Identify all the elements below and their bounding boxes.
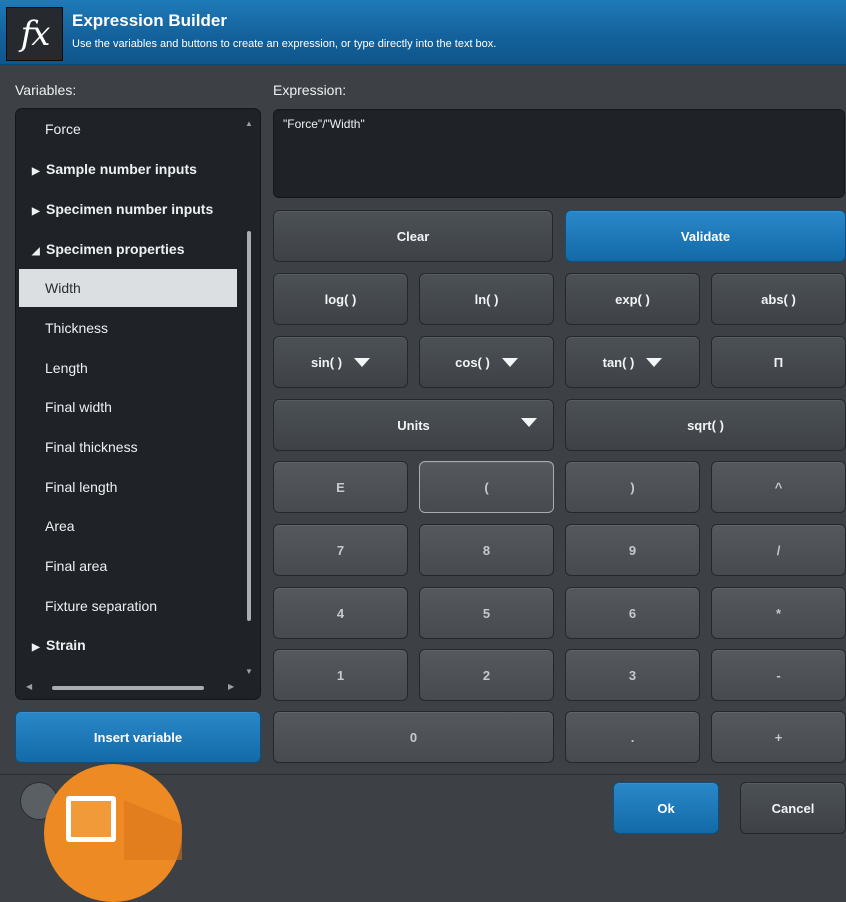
vertical-scrollbar[interactable]: ▲ ▼ [245,119,253,679]
multiply-button[interactable]: * [711,587,846,639]
dropdown-arrow-icon [646,357,663,367]
collapse-arrow-icon: ◢ [32,246,40,257]
horizontal-scroll-thumb[interactable] [52,686,204,690]
variable-item-width[interactable]: Width [19,269,237,307]
decimal-point-button[interactable]: . [565,711,700,763]
variables-label: Variables: [15,82,77,98]
ok-button[interactable]: Ok [613,782,719,834]
variable-item-force[interactable]: Force [16,110,238,148]
pi-button[interactable]: Π [711,336,846,388]
variable-item-length[interactable]: Length [16,349,238,387]
exp-button[interactable]: exp( ) [565,273,700,325]
units-dropdown-button[interactable]: Units [273,399,554,451]
ln-button[interactable]: ln( ) [419,273,554,325]
expression-input[interactable]: "Force"/"Width" [273,109,845,198]
digit-2-button[interactable]: 2 [419,649,554,701]
expression-label: Expression: [273,82,347,98]
close-paren-button[interactable]: ) [565,461,700,513]
plus-button[interactable]: + [711,711,846,763]
app-badge-icon [44,764,182,902]
expand-arrow-icon: ▶ [32,166,40,177]
variable-item-final-length[interactable]: Final length [16,468,238,506]
variable-group-sample-number-inputs[interactable]: ▶ Sample number inputs [16,150,238,188]
sin-dropdown-button[interactable]: sin( ) [273,336,408,388]
variable-group-strain[interactable]: ▶ Strain [16,626,238,664]
e-button[interactable]: E [273,461,408,513]
digit-0-button[interactable]: 0 [273,711,554,763]
variable-item-area[interactable]: Area [16,507,238,545]
variables-list[interactable]: Force ▶ Sample number inputs ▶ Specimen nu… [15,108,261,700]
expand-arrow-icon: ▶ [32,206,40,217]
screen-icon [66,796,116,842]
power-button[interactable]: ^ [711,461,846,513]
digit-1-button[interactable]: 1 [273,649,408,701]
validate-button[interactable]: Validate [565,210,846,262]
variable-item-final-width[interactable]: Final width [16,388,238,426]
tan-dropdown-button[interactable]: tan( ) [565,336,700,388]
scroll-down-icon[interactable]: ▼ [245,667,253,676]
variable-item-final-area[interactable]: Final area [16,547,238,585]
clear-button[interactable]: Clear [273,210,553,262]
digit-5-button[interactable]: 5 [419,587,554,639]
variable-item-thickness[interactable]: Thickness [16,309,238,347]
expand-arrow-icon: ▶ [32,642,40,653]
scroll-right-icon[interactable]: ▶ [228,682,234,691]
dialog-header: fx Expression Builder Use the variables … [0,0,846,65]
horizontal-scrollbar[interactable]: ◀ ▶ [26,682,236,693]
fx-icon: fx [6,7,63,61]
digit-9-button[interactable]: 9 [565,524,700,576]
digit-8-button[interactable]: 8 [419,524,554,576]
badge-shadow [124,800,182,860]
dialog-subtitle: Use the variables and buttons to create … [72,38,497,50]
scroll-up-icon[interactable]: ▲ [245,119,253,128]
insert-variable-button[interactable]: Insert variable [15,711,261,763]
variable-item-fixture-separation[interactable]: Fixture separation [16,587,238,625]
digit-6-button[interactable]: 6 [565,587,700,639]
variable-item-final-thickness[interactable]: Final thickness [16,428,238,466]
variable-group-specimen-number-inputs[interactable]: ▶ Specimen number inputs [16,190,238,228]
dropdown-arrow-icon [501,357,518,367]
digit-3-button[interactable]: 3 [565,649,700,701]
cancel-button[interactable]: Cancel [740,782,846,834]
divide-button[interactable]: / [711,524,846,576]
vertical-scroll-thumb[interactable] [247,231,251,621]
log-button[interactable]: log( ) [273,273,408,325]
cos-dropdown-button[interactable]: cos( ) [419,336,554,388]
scroll-left-icon[interactable]: ◀ [26,682,32,691]
digit-7-button[interactable]: 7 [273,524,408,576]
sqrt-button[interactable]: sqrt( ) [565,399,846,451]
digit-4-button[interactable]: 4 [273,587,408,639]
dropdown-arrow-icon [354,357,371,367]
dialog-title: Expression Builder [72,11,227,30]
dropdown-arrow-icon [521,418,537,427]
variable-group-specimen-properties[interactable]: ◢ Specimen properties [16,230,238,268]
abs-button[interactable]: abs( ) [711,273,846,325]
open-paren-button[interactable]: ( [419,461,554,513]
minus-button[interactable]: - [711,649,846,701]
